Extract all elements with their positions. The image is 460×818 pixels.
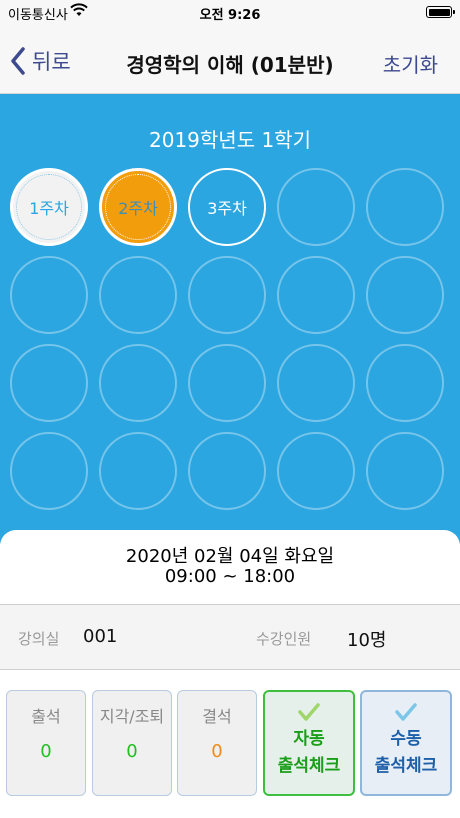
- enroll-value: 10명: [347, 630, 387, 651]
- session-panel: 2020년 02월 04일 화요일 09:00 ~ 18:00 강의실 001 …: [0, 530, 460, 818]
- manual-attendance-label-2: 출석체크: [374, 756, 438, 776]
- week-grid: 1주차 2주차 3주차: [10, 168, 450, 510]
- enroll-label: 수강인원: [256, 630, 312, 648]
- empty-week-slot: [277, 168, 355, 246]
- empty-week-slot: [277, 256, 355, 334]
- auto-attendance-button[interactable]: 자동 출석체크: [263, 690, 355, 796]
- attendance-controls: 출석 0 지각/조퇴 0 결석 0 자동 출석체크 수동 출석체크: [0, 672, 460, 818]
- auto-attendance-label-1: 자동: [293, 729, 325, 749]
- check-icon: [395, 703, 417, 721]
- absent-label: 결석: [202, 707, 232, 726]
- back-button[interactable]: 뒤로: [10, 44, 71, 78]
- week-1-button[interactable]: 1주차: [10, 168, 88, 246]
- absent-count-box: 결석 0: [177, 690, 257, 796]
- week-3-button[interactable]: 3주차: [188, 168, 266, 246]
- status-bar: 이동통신사 오전 9:26: [0, 0, 460, 24]
- empty-week-slot: [188, 256, 266, 334]
- empty-week-slot: [366, 344, 444, 422]
- empty-week-slot: [277, 432, 355, 510]
- absent-value: 0: [211, 741, 223, 762]
- present-value: 0: [40, 741, 52, 762]
- late-count-box: 지각/조퇴 0: [92, 690, 172, 796]
- manual-attendance-label-1: 수동: [390, 729, 422, 749]
- week-label: 1주차: [16, 174, 82, 240]
- late-value: 0: [126, 741, 138, 762]
- reset-button[interactable]: 초기화: [383, 49, 438, 78]
- empty-week-slot: [10, 344, 88, 422]
- empty-week-slot: [188, 432, 266, 510]
- room-value: 001: [83, 626, 118, 647]
- check-icon: [298, 703, 320, 721]
- empty-week-slot: [277, 344, 355, 422]
- week-2-button[interactable]: 2주차: [99, 168, 177, 246]
- empty-week-slot: [99, 344, 177, 422]
- late-label: 지각/조퇴: [99, 707, 165, 726]
- semester-title: 2019학년도 1학기: [149, 128, 311, 152]
- divider: [0, 669, 460, 670]
- session-date: 2020년 02월 04일 화요일: [125, 546, 335, 567]
- present-count-box: 출석 0: [6, 690, 86, 796]
- empty-week-slot: [99, 256, 177, 334]
- week-label: 2주차: [105, 174, 171, 240]
- empty-week-slot: [10, 256, 88, 334]
- class-info-row: 강의실 001 수강인원 10명: [0, 604, 460, 670]
- manual-attendance-button[interactable]: 수동 출석체크: [360, 690, 452, 796]
- empty-week-slot: [188, 344, 266, 422]
- navigation-bar: 뒤로 경영학의 이해 (01분반) 초기화: [0, 24, 460, 94]
- empty-week-slot: [366, 168, 444, 246]
- room-label: 강의실: [18, 630, 60, 648]
- week-label: 3주차: [207, 199, 247, 218]
- back-label: 뒤로: [32, 50, 71, 74]
- present-label: 출석: [31, 707, 61, 726]
- battery-icon: [426, 6, 455, 18]
- clock: 오전 9:26: [199, 8, 261, 23]
- session-time: 09:00 ~ 18:00: [164, 566, 296, 587]
- chevron-left-icon: [11, 47, 25, 75]
- empty-week-slot: [10, 432, 88, 510]
- auto-attendance-label-2: 출석체크: [277, 756, 341, 776]
- empty-week-slot: [366, 432, 444, 510]
- divider: [0, 604, 460, 605]
- week-selector: 2019학년도 1학기 1주차 2주차 3주차: [0, 94, 460, 544]
- empty-week-slot: [99, 432, 177, 510]
- empty-week-slot: [366, 256, 444, 334]
